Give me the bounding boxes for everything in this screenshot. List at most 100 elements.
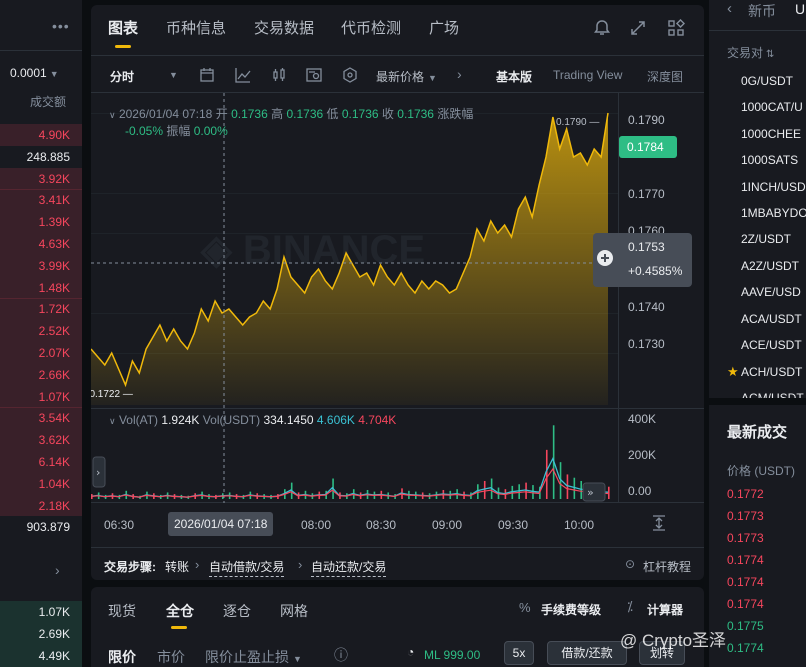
tab-usdt[interactable]: U: [795, 1, 805, 17]
indicator-icon[interactable]: [306, 67, 322, 83]
pair-row[interactable]: A2Z/USDT: [727, 259, 799, 273]
pair-row[interactable]: 2Z/USDT: [727, 232, 791, 246]
pair-row[interactable]: 0G/USDT: [727, 74, 793, 88]
tab-grid[interactable]: 网格: [280, 601, 308, 621]
tab-spot[interactable]: 现货: [108, 601, 136, 621]
tab-token-check[interactable]: 代币检测: [341, 17, 401, 38]
settings-hexagon-icon[interactable]: [342, 67, 358, 83]
crosshair-price-value: 0.1753: [628, 240, 665, 254]
watermark: @ Crypto圣泽: [620, 631, 727, 650]
ask-row[interactable]: 3.92K: [0, 167, 82, 190]
pair-row[interactable]: 1000CAT/U: [727, 100, 803, 114]
chevron-right-icon[interactable]: ›: [55, 562, 60, 578]
ask-row[interactable]: 2.66K: [0, 363, 82, 386]
line-chart-icon[interactable]: [235, 67, 251, 83]
fit-scale-icon[interactable]: [651, 515, 667, 531]
borrow-repay-button[interactable]: 借款/还款: [547, 641, 627, 665]
ml-gauge-icon: ◔: [407, 645, 415, 659]
collapse-icon[interactable]: ∨: [109, 416, 116, 426]
tab-chart[interactable]: 图表: [108, 17, 138, 38]
layout-grid-icon[interactable]: [667, 19, 685, 37]
calendar-icon[interactable]: [199, 67, 215, 83]
ask-row[interactable]: 248.885: [0, 145, 82, 168]
ask-row[interactable]: 1.04K: [0, 472, 82, 495]
volume-ma-line: [91, 467, 609, 498]
ask-row[interactable]: 1.07K: [0, 385, 82, 408]
margin-level: ML 999.00: [424, 648, 481, 662]
chart-canvas[interactable]: ◈ BINANCE 0.1790 — 0.1722 — 0.1790 0.1770 0.1…: [91, 93, 704, 503]
order-type-stop-limit[interactable]: 限价止盈止损 ▼: [205, 647, 302, 667]
more-options-icon[interactable]: •••: [52, 18, 70, 34]
precision-select[interactable]: 0.0001 ▼: [10, 66, 59, 80]
pair-row[interactable]: 1MBABYDO: [727, 206, 806, 220]
chevron-left-icon[interactable]: ‹: [727, 0, 732, 17]
ask-row[interactable]: 2.52K: [0, 320, 82, 343]
order-type-limit[interactable]: 限价: [108, 647, 136, 667]
pair-symbol: ACA/USDT: [741, 311, 802, 326]
pair-row[interactable]: 1000CHEE: [727, 127, 801, 141]
calculator-icon[interactable]: ⁒: [627, 599, 633, 615]
tab-coin-info[interactable]: 币种信息: [166, 17, 226, 38]
volume-info: ∨ Vol(AT) 1.924K Vol(USDT) 334.1450 4.60…: [109, 413, 396, 427]
tab-new-listing[interactable]: 新币: [748, 1, 776, 21]
ask-row[interactable]: 3.41K: [0, 189, 82, 212]
pair-symbol: ACM/USDT: [741, 390, 804, 398]
fee-level-link[interactable]: 手续费等级: [541, 601, 601, 618]
step-auto-borrow[interactable]: 自动借款/交易: [209, 558, 285, 577]
price-chart[interactable]: ◈ BINANCE 0.1790 — 0.1722 — 0.1790 0.1770 0.1…: [91, 93, 704, 503]
bid-row[interactable]: 2.69K: [0, 623, 82, 645]
pair-row[interactable]: 1000SATS: [727, 153, 798, 167]
tab-isolated[interactable]: 逐仓: [223, 601, 251, 621]
caret-down-icon[interactable]: ▼: [169, 70, 178, 80]
ask-row[interactable]: 4.63K: [0, 233, 82, 255]
ask-row[interactable]: 1.39K: [0, 211, 82, 234]
pair-row[interactable]: ACM/USDT: [727, 391, 804, 398]
pair-symbol: ACH/USDT: [741, 365, 803, 380]
volume-bar: [566, 474, 569, 499]
view-tradingview[interactable]: Trading View: [553, 68, 622, 82]
collapse-icon[interactable]: ∨: [109, 110, 116, 120]
candlestick-icon[interactable]: [271, 67, 287, 83]
ask-row[interactable]: 3.99K: [0, 254, 82, 277]
ask-row[interactable]: 1.48K: [0, 276, 82, 299]
leverage-tutorial-link[interactable]: 杠杆教程: [643, 558, 691, 575]
order-type-market[interactable]: 市价: [157, 647, 185, 667]
ask-row[interactable]: 2.07K: [0, 342, 82, 364]
bid-row[interactable]: 1.07K: [0, 601, 82, 623]
expand-icon[interactable]: [629, 19, 647, 37]
tab-cross[interactable]: 全仓: [166, 601, 194, 621]
pair-row[interactable]: AAVE/USD: [727, 285, 801, 299]
play-circle-icon[interactable]: ⊙: [625, 557, 635, 571]
leverage-button[interactable]: 5x: [504, 641, 534, 665]
tab-trading-data[interactable]: 交易数据: [254, 17, 314, 38]
pair-sort-header[interactable]: 交易对 ⇅: [727, 44, 774, 61]
step-transfer[interactable]: 转账: [165, 558, 189, 575]
view-basic[interactable]: 基本版: [496, 68, 532, 85]
pair-row[interactable]: ★ ACH/USDT: [727, 364, 802, 380]
ask-row[interactable]: 4.90K: [0, 124, 82, 146]
pair-row[interactable]: 1INCH/USD: [727, 180, 806, 194]
ask-row[interactable]: 903.879: [0, 516, 82, 539]
ask-row[interactable]: 3.62K: [0, 429, 82, 452]
ask-row[interactable]: 1.72K: [0, 298, 82, 321]
calculator-link[interactable]: 计算器: [647, 601, 683, 618]
amplitude-value: 0.00%: [193, 124, 228, 138]
info-icon[interactable]: ⓘ: [334, 645, 348, 665]
step-auto-repay[interactable]: 自动还款/交易: [311, 558, 387, 577]
pairs-panel: ‹ 新币 U 交易对 ⇅ 0G/USDT 1000CAT/U 1000CHEE 1000…: [709, 0, 806, 398]
favorite-star-icon[interactable]: ★: [727, 364, 741, 380]
bell-icon[interactable]: [593, 19, 611, 37]
ask-row[interactable]: 6.14K: [0, 451, 82, 473]
interval-select[interactable]: 分时: [110, 68, 134, 85]
price-type-select[interactable]: 最新价格 ▼: [376, 68, 437, 85]
pair-row[interactable]: ACA/USDT: [727, 312, 802, 326]
ask-row[interactable]: 2.18K: [0, 494, 82, 517]
ask-row[interactable]: 3.54K: [0, 407, 82, 430]
ohlc-info: ∨ 2026/01/04 07:18 开 0.1736 高 0.1736 低 0…: [109, 105, 473, 122]
tab-square[interactable]: 广场: [429, 17, 459, 38]
bid-row[interactable]: 4.49K: [0, 645, 82, 667]
percent-icon[interactable]: %: [519, 600, 531, 615]
chevron-right-icon[interactable]: ›: [457, 66, 462, 82]
view-depth[interactable]: 深度图: [647, 68, 683, 85]
pair-row[interactable]: ACE/USDT: [727, 338, 802, 352]
